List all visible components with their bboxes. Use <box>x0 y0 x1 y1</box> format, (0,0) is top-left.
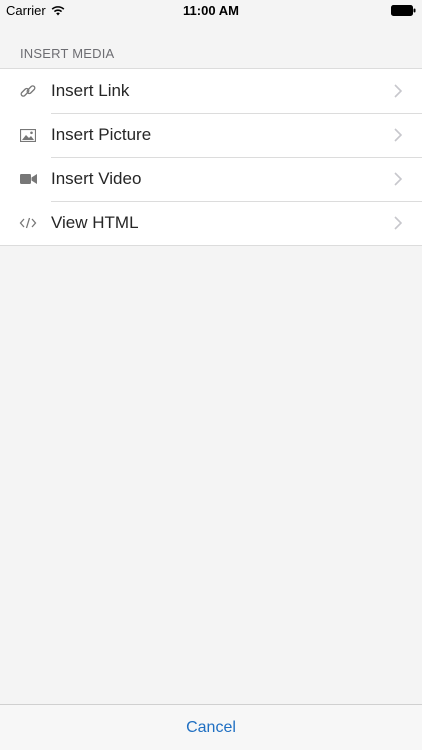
bottom-toolbar: Cancel <box>0 704 422 750</box>
view-html-label: View HTML <box>51 213 139 232</box>
insert-picture-row[interactable]: Insert Picture <box>0 113 422 157</box>
video-camera-icon <box>19 170 37 188</box>
view-html-row[interactable]: View HTML <box>0 201 422 245</box>
insert-media-menu: Insert Link Insert Picture Insert Video <box>0 68 422 246</box>
insert-video-row[interactable]: Insert Video <box>0 157 422 201</box>
link-icon <box>19 82 37 100</box>
code-icon <box>19 214 37 232</box>
insert-picture-label: Insert Picture <box>51 125 152 144</box>
insert-video-label: Insert Video <box>51 169 142 188</box>
battery-icon <box>391 5 416 16</box>
insert-link-row[interactable]: Insert Link <box>0 69 422 113</box>
chevron-right-icon <box>394 216 402 230</box>
chevron-right-icon <box>394 172 402 186</box>
chevron-right-icon <box>394 84 402 98</box>
chevron-right-icon <box>394 128 402 142</box>
insert-link-label: Insert Link <box>51 81 130 100</box>
cancel-button[interactable]: Cancel <box>180 718 242 738</box>
section-title: INSERT MEDIA <box>20 46 115 61</box>
image-icon <box>19 126 37 144</box>
status-bar: Carrier 11:00 AM <box>0 0 422 22</box>
status-time: 11:00 AM <box>183 3 239 18</box>
